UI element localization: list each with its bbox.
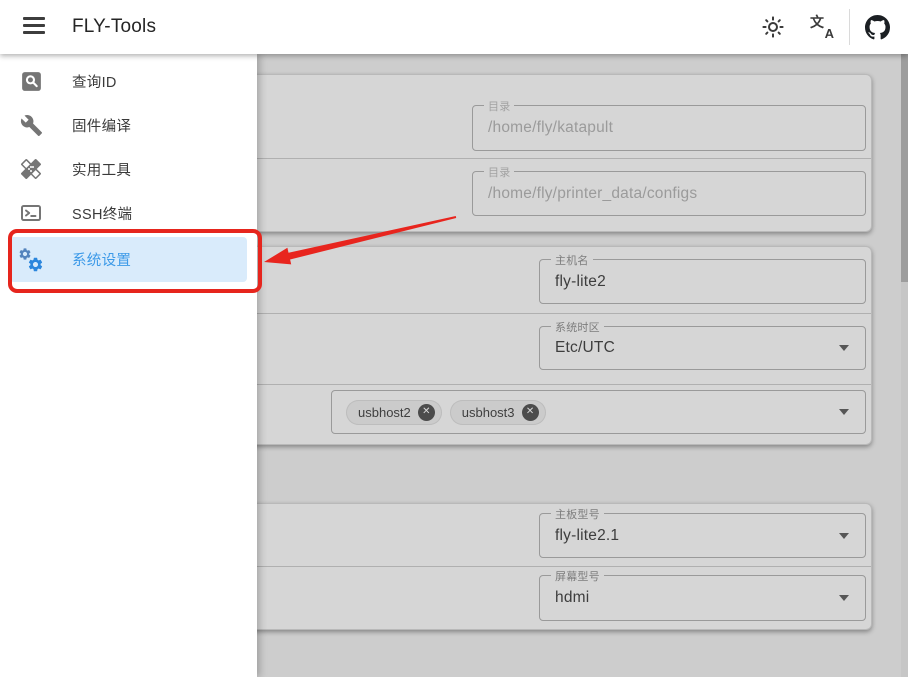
timezone-select[interactable]: 系统时区 Etc/UTC <box>539 326 866 370</box>
sidebar: 查询ID 固件编译 实用工具 SSH终端 <box>0 54 257 677</box>
toolbar-divider <box>849 9 850 45</box>
translate-icon[interactable]: 文 A <box>805 10 839 44</box>
sidebar-item-label: 查询ID <box>72 71 117 92</box>
sidebar-item-system-settings[interactable]: 系统设置 <box>0 237 257 282</box>
usbhost-multiselect[interactable]: usbhost2 ✕ usbhost3 ✕ <box>331 390 866 434</box>
usbhost-chip[interactable]: usbhost2 ✕ <box>346 400 442 425</box>
chevron-down-icon <box>839 345 849 351</box>
row-divider <box>181 566 871 567</box>
sidebar-item-label: 实用工具 <box>72 159 131 180</box>
sidebar-item-firmware-build[interactable]: 固件编译 <box>0 103 257 147</box>
sidebar-item-label: SSH终端 <box>72 203 132 224</box>
row-divider <box>181 313 871 314</box>
chip-row: usbhost2 ✕ usbhost3 ✕ <box>346 400 546 425</box>
sidebar-item-query-id[interactable]: 查询ID <box>0 59 257 103</box>
field-value: fly-lite2.1 <box>555 527 619 545</box>
chip-label: usbhost3 <box>462 405 515 420</box>
sidebar-item-ssh-terminal[interactable]: SSH终端 <box>0 191 257 235</box>
field-value: /home/fly/printer_data/configs <box>488 185 697 203</box>
chevron-down-icon <box>839 595 849 601</box>
config-dir-field[interactable]: 目录 /home/fly/printer_data/configs <box>472 171 866 216</box>
gears-icon <box>18 247 44 273</box>
hostname-field[interactable]: 主机名 fly-lite2 <box>539 259 866 304</box>
chevron-down-icon <box>839 409 849 415</box>
sidebar-item-label: 固件编译 <box>72 115 131 136</box>
sidebar-item-utilities[interactable]: 实用工具 <box>0 147 257 191</box>
field-label: 屏幕型号 <box>551 568 604 584</box>
scrollbar-thumb[interactable] <box>901 54 908 282</box>
chip-close-icon[interactable]: ✕ <box>522 404 539 421</box>
field-label: 目录 <box>484 98 514 114</box>
field-value: hdmi <box>555 589 589 607</box>
scrollbar-track[interactable] <box>901 54 908 677</box>
app-bar: FLY-Tools 文 A <box>0 0 908 54</box>
field-label: 主机名 <box>551 252 593 268</box>
card-system: 主机名 fly-lite2 系统时区 Etc/UTC usbhost2 ✕ us… <box>180 246 872 445</box>
menu-icon[interactable] <box>23 17 45 35</box>
app-title: FLY-Tools <box>72 0 156 54</box>
field-label: 目录 <box>484 164 514 180</box>
id-search-icon <box>18 68 44 94</box>
usbhost-chip[interactable]: usbhost3 ✕ <box>450 400 546 425</box>
field-value: fly-lite2 <box>555 273 606 291</box>
field-value: Etc/UTC <box>555 339 615 357</box>
field-label: 系统时区 <box>551 319 604 335</box>
row-divider <box>181 158 871 159</box>
row-divider <box>181 384 871 385</box>
github-icon[interactable] <box>860 10 894 44</box>
sidebar-item-label: 系统设置 <box>72 249 131 270</box>
katapult-dir-field[interactable]: 目录 /home/fly/katapult <box>472 105 866 151</box>
chip-label: usbhost2 <box>358 405 411 420</box>
healing-icon <box>18 156 44 182</box>
chevron-down-icon <box>839 533 849 539</box>
terminal-icon <box>18 200 44 226</box>
wrench-icon <box>18 112 44 138</box>
brightness-icon[interactable] <box>756 10 790 44</box>
board-model-select[interactable]: 主板型号 fly-lite2.1 <box>539 513 866 558</box>
field-value: /home/fly/katapult <box>488 119 613 137</box>
chip-close-icon[interactable]: ✕ <box>418 404 435 421</box>
card-hardware: 主板型号 fly-lite2.1 屏幕型号 hdmi <box>180 503 872 630</box>
screen-model-select[interactable]: 屏幕型号 hdmi <box>539 575 866 621</box>
card-directories: 目录 /home/fly/katapult 目录 /home/fly/print… <box>180 74 872 232</box>
field-label: 主板型号 <box>551 506 604 522</box>
